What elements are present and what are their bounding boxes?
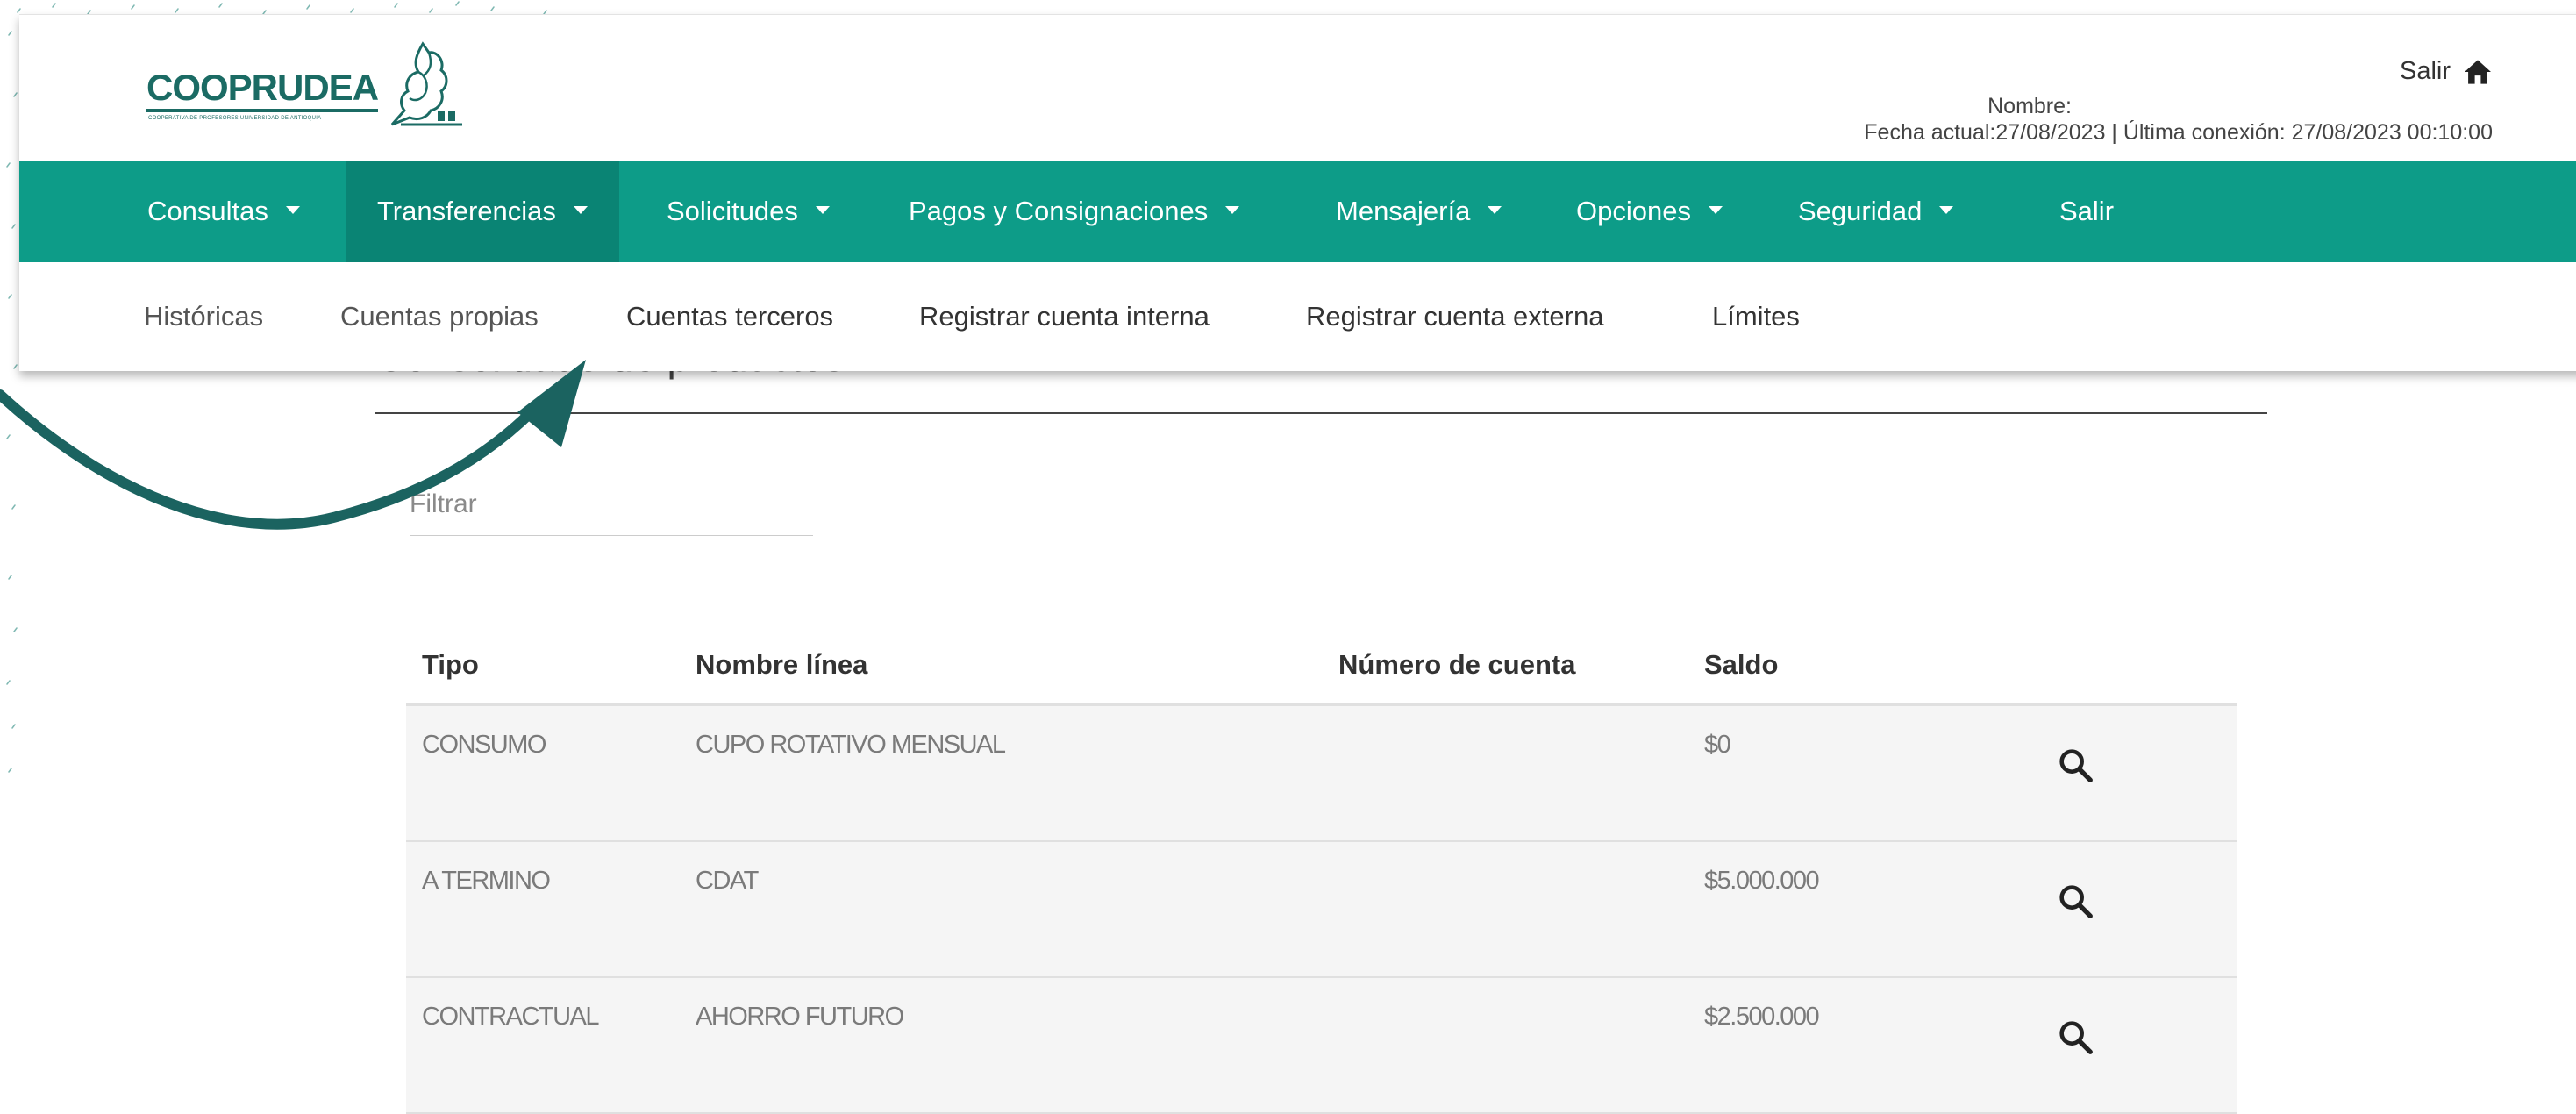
search-icon[interactable] xyxy=(2055,1017,2095,1057)
curved-arrow-icon xyxy=(0,360,586,530)
column-header-nombre-linea: Nombre línea xyxy=(696,649,868,680)
cell-tipo: A TERMINO xyxy=(422,867,551,895)
cell-saldo: $0 xyxy=(1704,731,1731,759)
main-navbar: Consultas Transferencias Solicitudes Pag… xyxy=(19,161,2576,262)
nav-item-label: Opciones xyxy=(1576,196,1691,226)
cell-saldo: $5.000.000 xyxy=(1704,867,1820,895)
session-info: Fecha actual:27/08/2023 | Última conexió… xyxy=(1864,120,2493,145)
nav-item-label: Consultas xyxy=(147,196,268,226)
header-card: COOPRUDEA COOPERATIVA DE PROFESORES UNIV… xyxy=(19,14,2576,371)
submenu-item-cuentas-terceros[interactable]: Cuentas terceros xyxy=(626,262,833,371)
column-header-numero-cuenta: Número de cuenta xyxy=(1338,649,1576,680)
column-header-tipo: Tipo xyxy=(422,649,479,680)
cell-nombre-linea: CDAT xyxy=(696,867,759,895)
nav-item-label: Salir xyxy=(2059,196,2115,226)
caret-down-icon xyxy=(1708,205,1723,214)
top-salir-label[interactable]: Salir xyxy=(2400,57,2451,86)
cell-saldo: $2.500.000 xyxy=(1704,1003,1820,1031)
nav-item-label: Pagos y Consignaciones xyxy=(909,196,1209,226)
cooprudea-logo[interactable]: COOPRUDEA COOPERATIVA DE PROFESORES UNIV… xyxy=(146,37,462,133)
cell-nombre-linea: AHORRO FUTURO xyxy=(696,1003,904,1031)
caret-down-icon xyxy=(1939,205,1954,214)
top-salir-link[interactable]: Salir xyxy=(2400,57,2493,86)
heading-divider xyxy=(375,412,2267,414)
nav-item-label: Solicitudes xyxy=(667,196,798,226)
nav-item-label: Mensajería xyxy=(1336,196,1471,226)
home-icon[interactable] xyxy=(2463,59,2493,85)
cell-nombre-linea: CUPO ROTATIVO MENSUAL xyxy=(696,731,1006,759)
nav-item-transferencias[interactable]: Transferencias xyxy=(346,161,619,262)
user-name-label: Nombre: xyxy=(1987,94,2072,118)
logo-emblem-icon xyxy=(390,41,462,126)
nav-item-salir[interactable]: Salir xyxy=(2059,161,2114,262)
cell-tipo: CONTRACTUAL xyxy=(422,1003,600,1031)
nav-item-consultas[interactable]: Consultas xyxy=(147,161,300,262)
nav-item-pagos-consignaciones[interactable]: Pagos y Consignaciones xyxy=(909,161,1240,262)
submenu-item-registrar-cuenta-interna[interactable]: Registrar cuenta interna xyxy=(919,262,1210,371)
caret-down-icon xyxy=(285,205,300,214)
nav-item-solicitudes[interactable]: Solicitudes xyxy=(667,161,830,262)
column-header-saldo: Saldo xyxy=(1704,649,1779,680)
logo-subtext: COOPERATIVA DE PROFESORES UNIVERSIDAD DE… xyxy=(148,116,322,121)
cell-tipo: CONSUMO xyxy=(422,731,546,759)
table-row: CONSUMO CUPO ROTATIVO MENSUAL $0 xyxy=(406,706,2237,842)
nav-item-mensajeria[interactable]: Mensajería xyxy=(1336,161,1502,262)
submenu-item-limites[interactable]: Límites xyxy=(1712,262,1800,371)
caret-down-icon xyxy=(1225,205,1240,214)
search-icon[interactable] xyxy=(2055,745,2095,785)
logo-wordmark: COOPRUDEA xyxy=(146,67,379,112)
caret-down-icon xyxy=(1488,205,1502,214)
table-row: A TERMINO CDAT $5.000.000 xyxy=(406,842,2237,978)
table-header: Tipo Nombre línea Número de cuenta Saldo xyxy=(406,632,2237,706)
table-row: CONTRACTUAL AHORRO FUTURO $2.500.000 xyxy=(406,978,2237,1114)
nav-item-label: Seguridad xyxy=(1798,196,1923,226)
nav-item-opciones[interactable]: Opciones xyxy=(1576,161,1723,262)
caret-down-icon xyxy=(573,205,588,214)
caret-down-icon xyxy=(815,205,830,214)
nav-item-seguridad[interactable]: Seguridad xyxy=(1798,161,1954,262)
nav-item-label: Transferencias xyxy=(377,196,556,226)
products-table: Tipo Nombre línea Número de cuenta Saldo… xyxy=(406,632,2237,1114)
search-icon[interactable] xyxy=(2055,881,2095,921)
submenu-item-registrar-cuenta-externa[interactable]: Registrar cuenta externa xyxy=(1306,262,1603,371)
